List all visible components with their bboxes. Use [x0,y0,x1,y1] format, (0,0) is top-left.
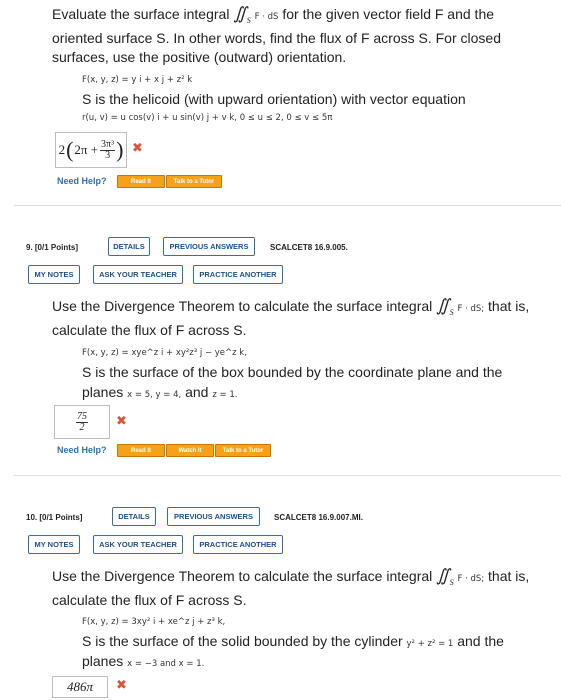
q9-heading: 9. [0/1 Points] [26,243,79,252]
q10-answer-field[interactable]: 486π [52,676,108,698]
q8-surface: S is the helicoid (with upward orientati… [82,91,466,107]
q9-planes-math1: x = 5, y = 4, [127,390,182,400]
q9-planes-and: and [185,384,209,400]
q9-divider [14,475,561,476]
q10-previous-answers-button[interactable]: PREVIOUS ANSWERS [167,507,260,526]
q10-problem-code: SCALCET8 16.9.007.MI. [274,513,363,522]
q8-talk-tutor-button[interactable]: Talk to a Tutor [166,175,222,188]
q8-read-it-button[interactable]: Read It [117,175,165,188]
q10-details-button[interactable]: DETAILS [112,507,156,526]
q9-planes-math2: z = 1. [212,390,238,400]
q10-surface-math: y² + z² = 1 [406,639,454,649]
q10-surface-post: and the [457,633,504,649]
q10-surface-pre: S is the surface of the solid bounded by… [82,633,403,649]
q9-field: F(x, y, z) = xye^z i + xy²z³ j − ye^z k, [82,348,247,358]
q10-my-notes-button[interactable]: MY NOTES [28,535,80,554]
q9-ask-teacher-button[interactable]: ASK YOUR TEACHER [93,265,183,284]
q9-details-button[interactable]: DETAILS [108,237,150,256]
q8-integrand: F · dS [254,12,279,22]
q8-answer-inner: 2π + [74,142,99,157]
q8-answer-field[interactable]: 2 ( 2π + 3π³ 3 ) [55,132,127,168]
q10-incorrect-icon: ✖ [116,678,127,693]
q10-planes-math: x = −3 and x = 1. [127,659,205,669]
q10-answer-value: 486π [66,679,93,694]
q8-field: F(x, y, z) = y i + x j + z² k [82,75,193,85]
q8-param: r(u, v) = u cos(v) i + u sin(v) j + v k,… [82,113,333,123]
q9-talk-tutor-button[interactable]: Talk to a Tutor [215,444,271,457]
q10-planes-label: planes [82,653,124,669]
q9-answer-fraction: 75 2 [76,410,88,433]
q10-field: F(x, y, z) = 3xy² i + xe^z j + z³ k, [82,617,226,627]
q10-integrand: F · dS; [457,574,485,584]
q10-prompt-pre: Use the Divergence Theorem to calculate … [52,568,433,584]
q9-integrand: F · dS; [457,304,485,314]
q9-problem-code: SCALCET8 16.9.005. [270,243,348,252]
q9-previous-answers-button[interactable]: PREVIOUS ANSWERS [163,237,255,256]
q10-planes: planes x = −3 and x = 1. [82,649,552,676]
q8-text-line3: surfaces, use the positive (outward) ori… [52,49,347,65]
q8-answer-fraction: 3π³ 3 [100,138,116,161]
q9-read-it-button[interactable]: Read It [117,444,165,457]
q8-prompt-pre: Evaluate the surface integral [52,6,230,22]
q9-text-line2: calculate the flux of F across S. [52,322,247,338]
q8-divider [14,205,561,206]
q8-answer-coef: 2 [58,142,66,157]
q9-answer-den: 2 [79,421,85,433]
q10-text-line2: calculate the flux of F across S. [52,592,247,608]
q8-incorrect-icon: ✖ [132,141,143,156]
q9-watch-it-button[interactable]: Watch It [166,444,214,457]
q10-ask-teacher-button[interactable]: ASK YOUR TEACHER [93,535,183,554]
q9-prompt-post: that is, [488,298,530,314]
surface-integral-symbol: ∬ [436,566,450,585]
q9-planes: planes x = 5, y = 4, and z = 1. [82,380,552,407]
surface-integral-symbol: ∬ [436,296,450,315]
q10-practice-another-button[interactable]: PRACTICE ANOTHER [193,535,283,554]
q10-heading: 10. [0/1 Points] [26,513,83,522]
q9-my-notes-button[interactable]: MY NOTES [28,265,80,284]
q9-practice-another-button[interactable]: PRACTICE ANOTHER [193,265,283,284]
q10-prompt-post: that is, [488,568,530,584]
q9-answer-num: 75 [76,410,88,423]
q8-answer-den: 3 [105,149,111,161]
q9-answer-field[interactable]: 75 2 [54,405,110,439]
surface-integral-symbol: ∬ [233,4,247,23]
q9-prompt-pre: Use the Divergence Theorem to calculate … [52,298,433,314]
q9-incorrect-icon: ✖ [116,414,127,429]
q9-need-help-label: Need Help? [57,445,107,455]
q9-planes-label: planes [82,384,124,400]
q8-need-help-label: Need Help? [57,176,107,186]
q8-answer-num: 3π³ [100,138,116,151]
q8-prompt-post: for the given vector field F and the [282,6,495,22]
